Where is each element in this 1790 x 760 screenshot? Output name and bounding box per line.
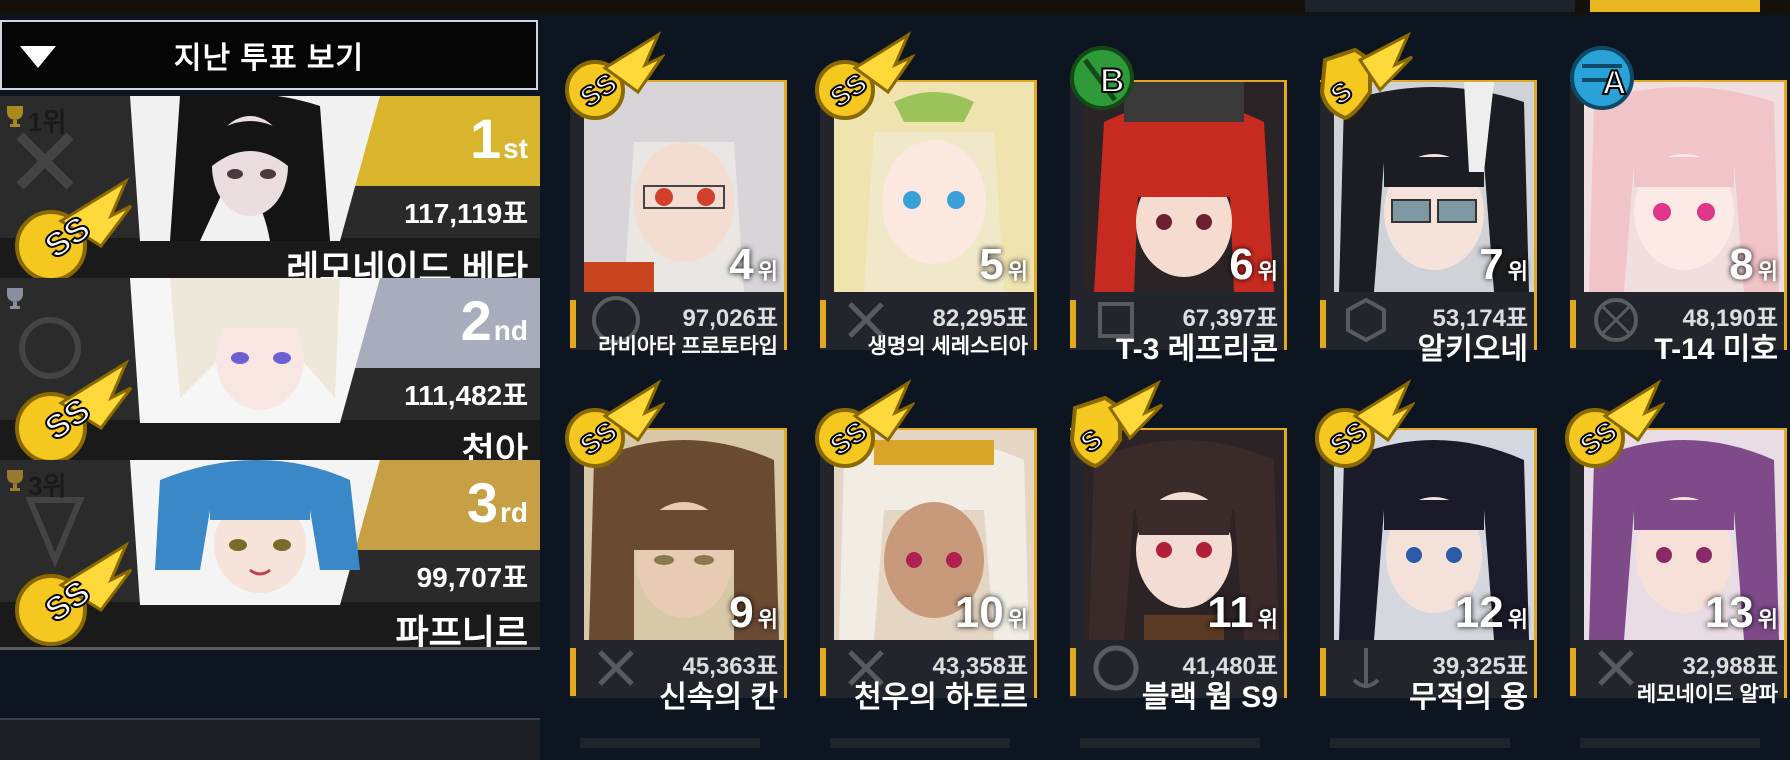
svg-text:A: A bbox=[1602, 64, 1627, 102]
vote-count: 111,482표 bbox=[404, 380, 528, 411]
next-row-peek bbox=[1080, 738, 1260, 748]
character-name: 생명의 세레스티아 bbox=[867, 335, 1028, 358]
vote-count: 99,707표 bbox=[416, 562, 528, 593]
character-name: T-14 미호 bbox=[1654, 333, 1778, 366]
trophy-icon bbox=[7, 106, 23, 127]
card-stripe bbox=[570, 300, 576, 348]
rank-ordinal: 2nd bbox=[460, 289, 528, 352]
rank-card-13[interactable]: 13 위 32,988표 레모네이드 알파 SS bbox=[1560, 378, 1790, 706]
rank-card-10[interactable]: 10 위 43,358표 천우의 하토르 SS bbox=[810, 378, 1048, 714]
character-name: 신속의 칸 bbox=[659, 681, 778, 714]
rank-number: 11 위 bbox=[1207, 588, 1278, 637]
vote-count: 117,119표 bbox=[404, 198, 528, 229]
card-stripe bbox=[1320, 300, 1326, 348]
rank-card-3[interactable]: 3위 3rd 99,707표 파프니르 SS bbox=[0, 460, 540, 650]
rank-card-11[interactable]: 11 위 41,480표 블랙 웜 S9 S bbox=[1060, 378, 1298, 714]
rank-tag: 2위 bbox=[28, 289, 67, 319]
faction-icon bbox=[1346, 297, 1386, 343]
previous-vote-label: 지난 투표 보기 bbox=[173, 42, 365, 75]
rank-number: 13 위 bbox=[1704, 588, 1778, 637]
ranking-grid: 4위 97,026표 라비아타 프로토타입 SS 5위 82,295표 생명의 … bbox=[560, 20, 1790, 748]
rank-ordinal: 3rd bbox=[466, 471, 528, 534]
next-row-peek bbox=[580, 738, 760, 748]
rank-card-2[interactable]: 2위 2nd 111,482표 천아 SS bbox=[0, 278, 540, 468]
rank-card-1[interactable]: 1위 1st 117,119표 레모네이드 베타 SS bbox=[0, 96, 540, 286]
rank-card-12[interactable]: 12 위 39,325표 무적의 용 SS bbox=[1310, 378, 1548, 714]
faction-icon bbox=[1352, 648, 1380, 688]
bottom-panel bbox=[0, 718, 540, 760]
character-name: 천우의 하토르 bbox=[854, 681, 1028, 714]
character-portrait bbox=[130, 460, 380, 605]
top-strip bbox=[0, 0, 1790, 14]
svg-text:B: B bbox=[1100, 62, 1125, 100]
card-stripe bbox=[1320, 648, 1326, 696]
s-grade-badge-icon: S bbox=[1319, 31, 1414, 121]
next-row-peek bbox=[830, 738, 1010, 748]
rank-number: 8위 bbox=[1729, 240, 1778, 289]
character-name: T-3 레프리콘 bbox=[1115, 333, 1278, 366]
rank-tag: 1위 bbox=[28, 107, 67, 137]
ss-grade-badge-icon: SS bbox=[565, 31, 665, 120]
character-name: 파프니르 bbox=[395, 612, 528, 650]
rank-number: 10 위 bbox=[954, 588, 1028, 637]
vote-count: 97,026표 bbox=[682, 305, 779, 332]
trophy-icon bbox=[7, 470, 23, 491]
vote-count: 82,295표 bbox=[932, 305, 1029, 332]
ss-grade-badge-icon: SS bbox=[815, 31, 915, 120]
previous-vote-button[interactable]: 지난 투표 보기 bbox=[0, 20, 538, 90]
top3-panel: 지난 투표 보기 1위 1st 117,119표 레모네이드 베타 SS 2위 … bbox=[0, 18, 542, 760]
faction-icon bbox=[1594, 298, 1638, 342]
character-name: 블랙 웜 S9 bbox=[1141, 681, 1278, 714]
ss-grade-badge-icon: SS bbox=[565, 379, 665, 468]
b-grade-badge-icon: B bbox=[1070, 46, 1134, 110]
rank-card-5[interactable]: 5위 82,295표 생명의 세레스티아 SS bbox=[810, 30, 1048, 358]
character-name: 라비아타 프로토타입 bbox=[598, 335, 778, 358]
rank-ordinal: 1st bbox=[469, 107, 528, 170]
rank-tag: 3위 bbox=[28, 471, 67, 501]
ss-grade-badge-icon: SS bbox=[1565, 379, 1665, 468]
character-name: 알키오네 bbox=[1417, 333, 1528, 366]
card-stripe bbox=[820, 300, 826, 348]
rank-number: 4위 bbox=[729, 240, 778, 289]
character-name: 무적의 용 bbox=[1409, 681, 1528, 714]
faction-icon bbox=[1093, 645, 1139, 691]
faction-icon bbox=[1598, 650, 1634, 686]
trophy-icon bbox=[7, 288, 23, 309]
ss-grade-badge-icon: SS bbox=[15, 359, 133, 464]
card-stripe bbox=[1070, 648, 1076, 696]
rank-number: 7위 bbox=[1479, 240, 1528, 289]
character-portrait bbox=[130, 278, 380, 423]
rank-number: 9위 bbox=[729, 588, 778, 637]
s-grade-badge-icon: S bbox=[1069, 379, 1164, 469]
rank-card-8[interactable]: 8위 48,190표 T-14 미호 A bbox=[1560, 30, 1790, 366]
vote-count: 32,988표 bbox=[1682, 653, 1779, 680]
ss-grade-badge-icon: SS bbox=[1315, 379, 1415, 468]
divider bbox=[0, 647, 540, 650]
faction-icon bbox=[598, 650, 634, 686]
card-stripe bbox=[1570, 300, 1576, 348]
character-portrait bbox=[130, 96, 380, 241]
ss-grade-badge-icon: SS bbox=[815, 379, 915, 468]
character-name: 레모네이드 알파 bbox=[1636, 683, 1778, 706]
a-grade-badge-icon: A bbox=[1570, 46, 1634, 110]
ss-grade-badge-icon: SS bbox=[15, 177, 133, 282]
card-stripe bbox=[820, 648, 826, 696]
ss-grade-badge-icon: SS bbox=[15, 541, 133, 646]
rank-card-9[interactable]: 9위 45,363표 신속의 칸 SS bbox=[560, 378, 798, 714]
rank-card-7[interactable]: 7위 53,174표 알키오네 S bbox=[1310, 30, 1548, 366]
card-stripe bbox=[1070, 300, 1076, 348]
rank-number: 6위 bbox=[1229, 240, 1278, 289]
top-dark-bar bbox=[1305, 0, 1575, 12]
rank-card-6[interactable]: 6위 67,397표 T-3 레프리콘 B bbox=[1060, 30, 1298, 366]
next-row-peek bbox=[1330, 738, 1510, 748]
card-stripe bbox=[1570, 648, 1576, 696]
rank-number: 12 위 bbox=[1454, 588, 1528, 637]
rank-card-4[interactable]: 4위 97,026표 라비아타 프로토타입 SS bbox=[560, 30, 798, 358]
rank-number: 5위 bbox=[979, 240, 1028, 289]
top-gold-button[interactable] bbox=[1590, 0, 1760, 12]
triangle-down-icon bbox=[20, 46, 56, 68]
next-row-peek bbox=[1580, 738, 1760, 748]
card-stripe bbox=[570, 648, 576, 696]
